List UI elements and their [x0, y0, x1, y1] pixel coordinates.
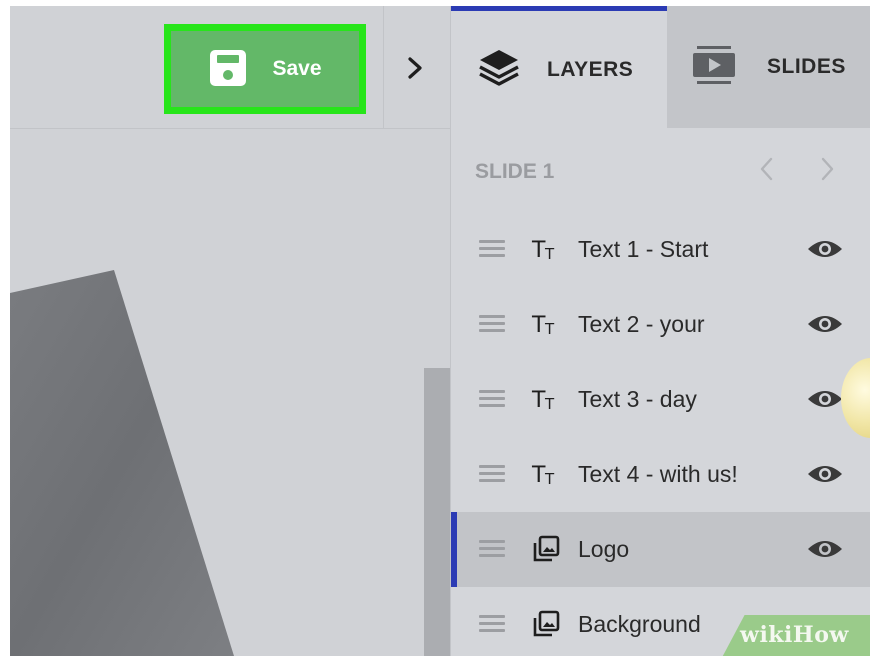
image-layer-icon: [529, 609, 563, 639]
selection-indicator: [451, 512, 457, 587]
drag-handle-icon[interactable]: [479, 390, 505, 408]
layer-row-text-2[interactable]: TT Text 2 - your: [451, 287, 870, 362]
layers-panel: LAYERS SLIDES SLIDE 1 T T Text 1 - Start…: [450, 6, 870, 656]
text-type-icon: TT: [529, 384, 563, 414]
layer-row-logo[interactable]: Logo: [451, 512, 870, 587]
layer-row-text-3[interactable]: TT Text 3 - day: [451, 362, 870, 437]
eye-icon[interactable]: [806, 311, 844, 337]
layer-name: Text 2 - your: [578, 311, 705, 337]
layer-list: TT Text 1 - Start TT Text 2 - your T T T…: [451, 212, 870, 656]
chevron-left-icon: [759, 156, 775, 187]
layer-name: Background: [578, 611, 701, 637]
eye-icon[interactable]: [806, 461, 844, 487]
slides-icon: [691, 44, 737, 91]
text-type-icon: TT: [529, 459, 563, 489]
layer-name: Text 4 - with us!: [578, 461, 738, 487]
layer-name: Text 1 - Start: [578, 236, 709, 262]
text-type-icon: TT: [529, 309, 563, 339]
panel-tabs: LAYERS SLIDES: [451, 6, 870, 128]
text-type-icon: TT: [529, 234, 563, 264]
slide-canvas-preview: [10, 270, 234, 656]
layer-name: Text 3 - day: [578, 386, 697, 412]
layer-row-text-4[interactable]: TT Text 4 - with us!: [451, 437, 870, 512]
svg-text:T: T: [544, 470, 555, 487]
tab-layers[interactable]: LAYERS: [451, 6, 667, 128]
slide-header: SLIDE 1: [451, 128, 870, 212]
svg-text:T: T: [531, 313, 546, 337]
image-layer-icon: [529, 534, 563, 564]
eye-icon[interactable]: [806, 236, 844, 262]
svg-text:T: T: [531, 388, 546, 412]
tab-layers-label: LAYERS: [547, 57, 634, 81]
left-border: [0, 0, 10, 656]
layers-icon: [477, 47, 521, 92]
drag-handle-icon[interactable]: [479, 540, 505, 558]
layer-name: Logo: [578, 536, 630, 562]
eye-icon[interactable]: [806, 536, 844, 562]
svg-text:T: T: [531, 238, 546, 262]
next-slide-button[interactable]: [813, 156, 841, 186]
svg-text:T: T: [544, 395, 555, 412]
layer-row-text-1[interactable]: TT Text 1 - Start: [451, 212, 870, 287]
collapse-panel-button[interactable]: [397, 52, 433, 88]
slide-title: SLIDE 1: [475, 160, 555, 183]
drag-handle-icon[interactable]: [479, 315, 505, 333]
previous-slide-button[interactable]: [753, 156, 781, 186]
watermark-logo: wikiHow: [740, 622, 849, 648]
tab-slides[interactable]: SLIDES: [667, 6, 870, 128]
svg-text:T: T: [544, 245, 555, 262]
svg-text:T: T: [531, 463, 546, 487]
svg-text:T: T: [544, 320, 555, 337]
slide-canvas[interactable]: [10, 129, 424, 656]
eye-icon[interactable]: [806, 386, 844, 412]
drag-handle-icon[interactable]: [479, 240, 505, 258]
watermark-how: How: [792, 622, 849, 648]
save-button-label: Save: [272, 57, 322, 80]
watermark-wiki: wiki: [740, 622, 793, 648]
floppy-disk-icon: [208, 48, 248, 91]
canvas-scrollbar-thumb[interactable]: [424, 368, 450, 656]
tab-slides-label: SLIDES: [767, 55, 846, 78]
save-button[interactable]: Save: [171, 31, 359, 107]
toolbar-divider: [383, 6, 384, 128]
chevron-right-icon: [819, 156, 835, 187]
drag-handle-icon[interactable]: [479, 465, 505, 483]
drag-handle-icon[interactable]: [479, 615, 505, 633]
editor-screen: Save LAYERS SLIDES SLIDE 1 T T Text 1 - …: [0, 0, 870, 656]
chevron-right-icon: [405, 56, 425, 85]
